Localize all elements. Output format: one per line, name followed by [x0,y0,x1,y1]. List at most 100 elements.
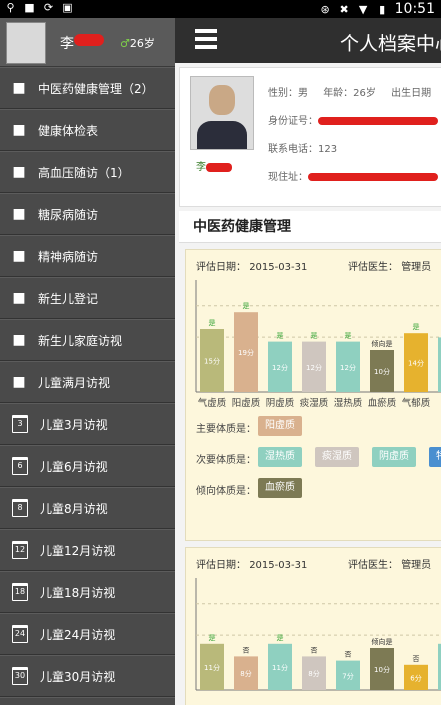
bar-status-label: 是 [345,332,352,340]
drawer-menu: ■ 中医药健康管理（2） ■ 健康体检表 ■ 高血压随访（1） ■ 糖尿病随访 ■ 精神病随访 ■ 新… [0,67,175,705]
glucose-meter-icon: ■ [12,206,26,222]
name-redaction [74,34,104,46]
clock: 10:51 [394,1,435,17]
person-name: 李 [196,158,232,173]
main-content: 李 性别：男 年龄：26岁 出生日期 身份证号： 联系电话：123 现住址： 中… [175,63,441,705]
drawer-menu-item[interactable]: 12 儿童12月访视 [0,529,175,571]
calendar-6-icon: 6 [12,457,28,475]
image-notification-icon: ▣ [62,1,73,14]
drawer-menu-item[interactable]: ■ 新生儿家庭访视 [0,319,175,361]
constitution-tag: 痰湿质 [315,447,359,467]
avatar-notification-icon: ■ [24,1,35,14]
calendar-30-icon: 30 [12,667,28,685]
bar-status-label: 是 [243,302,250,310]
drawer-menu-item[interactable]: ■ 精神病随访 [0,235,175,277]
drawer-menu-item[interactable]: ■ 高血压随访（1） [0,151,175,193]
bar-status-label: 是 [209,634,216,642]
person-photo [190,76,254,150]
drawer-menu-label: 儿童30月访视 [40,669,116,684]
baby-face-icon: ■ [12,374,26,390]
bar-status-label: 否 [345,651,352,659]
bar-status-label: 是 [277,332,284,340]
status-bar: ⚲ ■ ⟳ ▣ ⊛ ✖ ▼ ▮ 10:51 [0,0,441,18]
family-icon: ■ [12,332,26,348]
profile-age: 26岁 [129,37,155,50]
constitution-chart-2: 11分 是 8分 否 11分 是 8分 否 7分 否 10分 倾向是 6分 否 [195,578,441,691]
category-label: 血瘀质 [368,397,397,409]
drawer-menu-item[interactable]: 8 儿童8月访视 [0,487,175,529]
bar-status-label: 否 [413,655,420,663]
drawer-menu-item[interactable]: ■ 健康体检表 [0,109,175,151]
address-redaction [308,173,438,181]
phone-field: 联系电话：123 [268,144,338,155]
drawer-menu-item[interactable]: 6 儿童6月访视 [0,445,175,487]
constitution-tag: 阳虚质 [258,416,302,436]
drawer-menu-item[interactable]: 18 儿童18月访视 [0,571,175,613]
drawer-menu-item[interactable]: ■ 新生儿登记 [0,277,175,319]
tendency-label: 倾向体质是： [196,486,256,497]
calendar-3-icon: 3 [12,415,28,433]
calendar-12-icon: 12 [12,541,28,559]
bar-value-label: 11分 [272,663,288,672]
avatar [6,22,46,64]
mute-icon: ✖ [339,2,349,16]
navigation-drawer: 李 ♂26岁 ■ 中医药健康管理（2） ■ 健康体检表 ■ 高血压随访（1） ■ 糖尿病随访 ■… [0,18,175,705]
bar-status-label: 是 [209,319,216,327]
drawer-menu-item[interactable]: ■ 中医药健康管理（2） [0,67,175,109]
pill-icon: ■ [12,80,26,96]
search-icon: ⚲ [6,1,15,14]
drawer-menu-item[interactable]: 3 儿童3月访视 [0,403,175,445]
bar-status-label: 是 [413,323,420,331]
constitution-tag: 血瘀质 [258,478,302,498]
drawer-profile[interactable]: 李 ♂26岁 [0,18,175,67]
bluetooth-icon: ⊛ [320,2,330,16]
bar-status-label: 是 [277,634,284,642]
bar-status-label: 倾向是 [372,339,393,348]
assessment-panel-1[interactable]: 评估日期： 2015-03-31 评估医生： 管理员 15分是气虚质 19分是阳虚… [185,249,441,541]
page-title: 个人档案中心 [340,33,441,55]
profile-name: 李 [60,36,74,52]
constitution-tag: 阴虚质 [372,447,416,467]
bar-value-label: 8分 [308,669,319,678]
bar-status-label: 否 [243,646,250,654]
drawer-menu-item[interactable]: 24 儿童24月访视 [0,613,175,655]
drawer-menu-label: 糖尿病随访 [38,207,99,222]
category-label: 阳虚质 [232,397,261,409]
bar-value-label: 14分 [408,359,424,368]
bar-value-label: 12分 [340,363,356,372]
baby-clothes-icon: ■ [12,290,26,306]
bar-value-label: 12分 [272,363,288,372]
section-title: 中医药健康管理 [179,211,441,243]
bar-value-label: 11分 [204,663,220,672]
drawer-menu-label: 儿童12月访视 [40,543,116,558]
menu-icon[interactable] [195,29,217,51]
assessment-panel-2[interactable]: 评估日期： 2015-03-31 评估医生： 管理员 11分是 8分否 11分是 8分… [185,547,441,705]
drawer-menu-label: 儿童6月访视 [40,459,108,474]
drawer-menu-item[interactable]: 3-6儿童3-6岁访视 [0,697,175,705]
primary-label: 主要体质是： [196,424,256,435]
drawer-menu-item[interactable]: ■ 儿童满月访视 [0,361,175,403]
drawer-menu-label: 儿童8月访视 [40,501,108,516]
drawer-menu-label: 高血压随访（1） [38,165,130,180]
calendar-24-icon: 24 [12,625,28,643]
drawer-menu-label: 健康体检表 [38,123,99,138]
drawer-menu-label: 儿童满月访视 [38,375,111,390]
tcm-section: 中医药健康管理 评估日期： 2015-03-31 评估医生： 管理员 15分是气… [179,211,441,705]
bar-value-label: 8分 [240,669,251,678]
drawer-menu-item[interactable]: ■ 糖尿病随访 [0,193,175,235]
gender-field: 性别：男 [268,88,308,99]
address-label: 现住址： [268,172,308,183]
id-redaction [318,117,438,125]
address-row: 现住址： [268,168,438,183]
bar-value-label: 10分 [374,367,390,376]
bar-value-label: 6分 [410,673,421,682]
drawer-menu-item[interactable]: 30 儿童30月访视 [0,655,175,697]
calendar-18-icon: 18 [12,583,28,601]
drawer-menu-label: 儿童3月访视 [40,417,108,432]
bar-value-label: 10分 [374,665,390,674]
gender-age-row: 性别：男 年龄：26岁 出生日期 [268,84,431,99]
calendar-8-icon: 8 [12,499,28,517]
wifi-icon: ▼ [358,2,368,16]
app-header: 个人档案中心 [175,18,441,63]
clipboard-icon: ■ [12,122,26,138]
